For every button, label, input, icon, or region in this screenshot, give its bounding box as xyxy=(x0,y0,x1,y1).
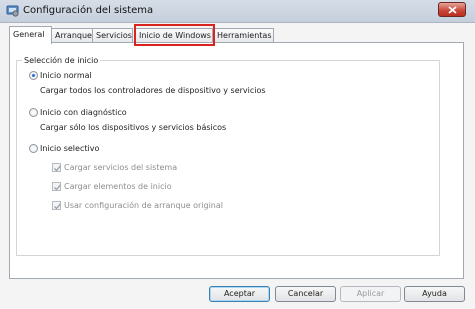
radio-selective-startup[interactable] xyxy=(29,144,38,153)
tab-servicios[interactable]: Servicios xyxy=(92,28,133,43)
group-legend: Selección de inicio xyxy=(24,56,99,65)
tab-arranque[interactable]: Arranque xyxy=(51,28,93,43)
tab-highlight-box xyxy=(134,24,215,46)
use-original-boot-config-checkbox[interactable] xyxy=(52,201,61,210)
help-button[interactable]: Ayuda xyxy=(404,286,465,302)
diagnostic-startup-label[interactable]: Inicio con diagnóstico xyxy=(40,108,127,117)
load-system-services-label: Cargar servicios del sistema xyxy=(64,163,178,172)
close-icon xyxy=(448,6,457,14)
load-system-services-checkbox[interactable] xyxy=(52,163,61,172)
close-button[interactable] xyxy=(438,2,466,17)
normal-startup-label[interactable]: Inicio normal xyxy=(40,71,92,80)
load-startup-items-label: Cargar elementos de inicio xyxy=(64,182,172,191)
radio-normal-startup[interactable] xyxy=(29,71,38,80)
title-bar: Configuración del sistema xyxy=(0,0,475,23)
checkmark-icon xyxy=(54,184,61,191)
apply-button[interactable]: Aplicar xyxy=(340,286,401,302)
window-title: Configuración del sistema xyxy=(23,5,154,16)
tab-herramientas[interactable]: Herramientas xyxy=(213,28,274,43)
normal-startup-description: Cargar todos los controladores de dispos… xyxy=(40,86,266,95)
load-startup-items-checkbox[interactable] xyxy=(52,182,61,191)
cancel-button[interactable]: Cancelar xyxy=(275,286,336,302)
selective-startup-label[interactable]: Inicio selectivo xyxy=(40,144,99,153)
system-config-icon xyxy=(6,4,19,17)
checkmark-icon xyxy=(54,165,61,172)
tab-general[interactable]: General xyxy=(9,26,52,44)
use-original-boot-config-label: Usar configuración de arranque original xyxy=(64,201,223,210)
diagnostic-startup-description: Cargar sólo los dispositivos y servicios… xyxy=(40,123,227,132)
radio-diagnostic-startup[interactable] xyxy=(29,108,38,117)
checkmark-icon xyxy=(54,203,61,210)
ok-button[interactable]: Aceptar xyxy=(209,286,270,302)
